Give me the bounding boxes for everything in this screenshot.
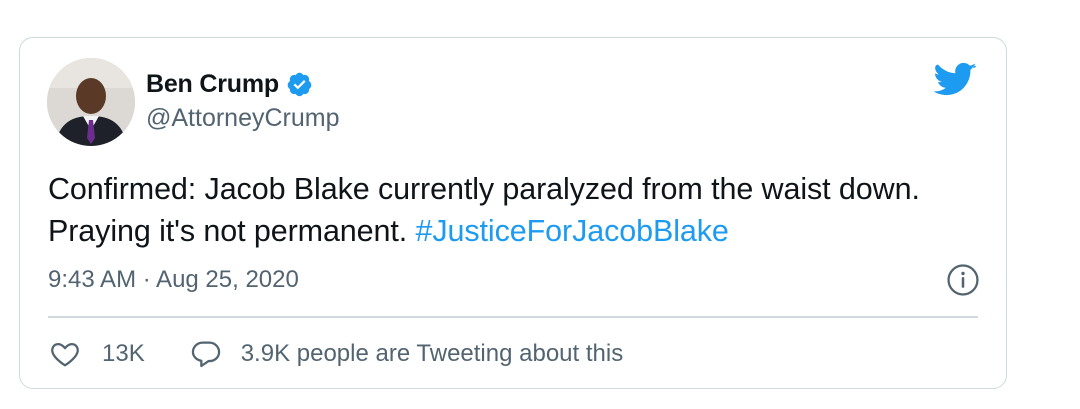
avatar-image xyxy=(47,58,135,146)
hashtag-link[interactable]: #JusticeForJacobBlake xyxy=(416,214,729,248)
avatar[interactable] xyxy=(47,58,135,146)
tweeting-about-link[interactable]: 3.9K people are Tweeting about this xyxy=(189,338,624,370)
tweeting-about-label: 3.9K people are Tweeting about this xyxy=(240,340,624,367)
twitter-bird-icon[interactable] xyxy=(934,62,978,98)
divider xyxy=(48,316,978,318)
tweet-actions: 13K 3.9K people are Tweeting about this xyxy=(48,336,623,372)
author-handle[interactable]: @AttorneyCrump xyxy=(146,104,340,133)
tweet-text: Confirmed: Jacob Blake currently paralyz… xyxy=(48,168,988,252)
heart-icon xyxy=(51,343,79,367)
like-count: 13K xyxy=(102,340,145,367)
verified-badge-icon xyxy=(287,72,312,96)
author-display-name[interactable]: Ben Crump xyxy=(146,70,279,99)
info-icon[interactable] xyxy=(946,263,980,297)
speech-bubble-icon xyxy=(191,341,220,368)
like-button[interactable]: 13K xyxy=(48,338,145,370)
tweet-card[interactable]: Ben Crump @AttorneyCrump Confirmed: Jaco… xyxy=(19,37,1007,389)
tweet-timestamp[interactable]: 9:43 AM · Aug 25, 2020 xyxy=(48,266,299,294)
author-name-row[interactable]: Ben Crump xyxy=(146,68,313,100)
